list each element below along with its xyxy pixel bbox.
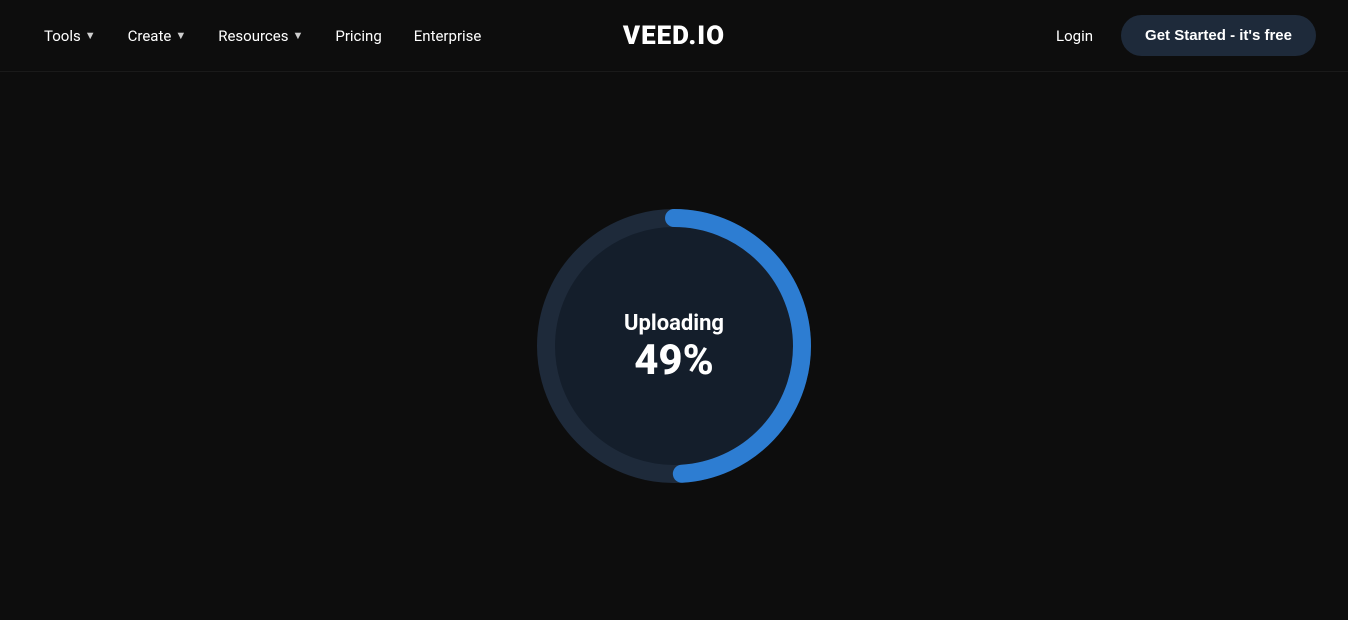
nav-left: Tools ▼ Create ▼ Resources ▼ Pricing Ent… — [32, 19, 493, 53]
nav-label-create: Create — [128, 27, 172, 45]
chevron-down-icon: ▼ — [85, 29, 96, 42]
nav-item-create[interactable]: Create ▼ — [116, 19, 199, 53]
upload-percent-label: 49% — [624, 340, 724, 382]
nav-item-resources[interactable]: Resources ▼ — [206, 19, 315, 53]
navbar: Tools ▼ Create ▼ Resources ▼ Pricing Ent… — [0, 0, 1348, 72]
upload-status-label: Uploading — [624, 311, 724, 336]
nav-label-resources: Resources — [218, 27, 288, 45]
nav-label-tools: Tools — [44, 27, 81, 45]
chevron-down-icon: ▼ — [292, 29, 303, 42]
nav-item-pricing[interactable]: Pricing — [323, 19, 393, 53]
nav-label-enterprise: Enterprise — [414, 27, 482, 45]
main-content: Uploading 49% — [0, 72, 1348, 620]
get-started-button[interactable]: Get Started - it's free — [1121, 15, 1316, 56]
nav-right: Login Get Started - it's free — [1044, 15, 1316, 56]
site-logo[interactable]: VEED.IO — [623, 21, 725, 51]
chevron-down-icon: ▼ — [175, 29, 186, 42]
nav-item-tools[interactable]: Tools ▼ — [32, 19, 108, 53]
nav-item-enterprise[interactable]: Enterprise — [402, 19, 494, 53]
nav-label-pricing: Pricing — [335, 27, 381, 45]
upload-progress-container: Uploading 49% — [524, 196, 824, 496]
progress-text: Uploading 49% — [624, 311, 724, 382]
login-button[interactable]: Login — [1044, 19, 1105, 53]
